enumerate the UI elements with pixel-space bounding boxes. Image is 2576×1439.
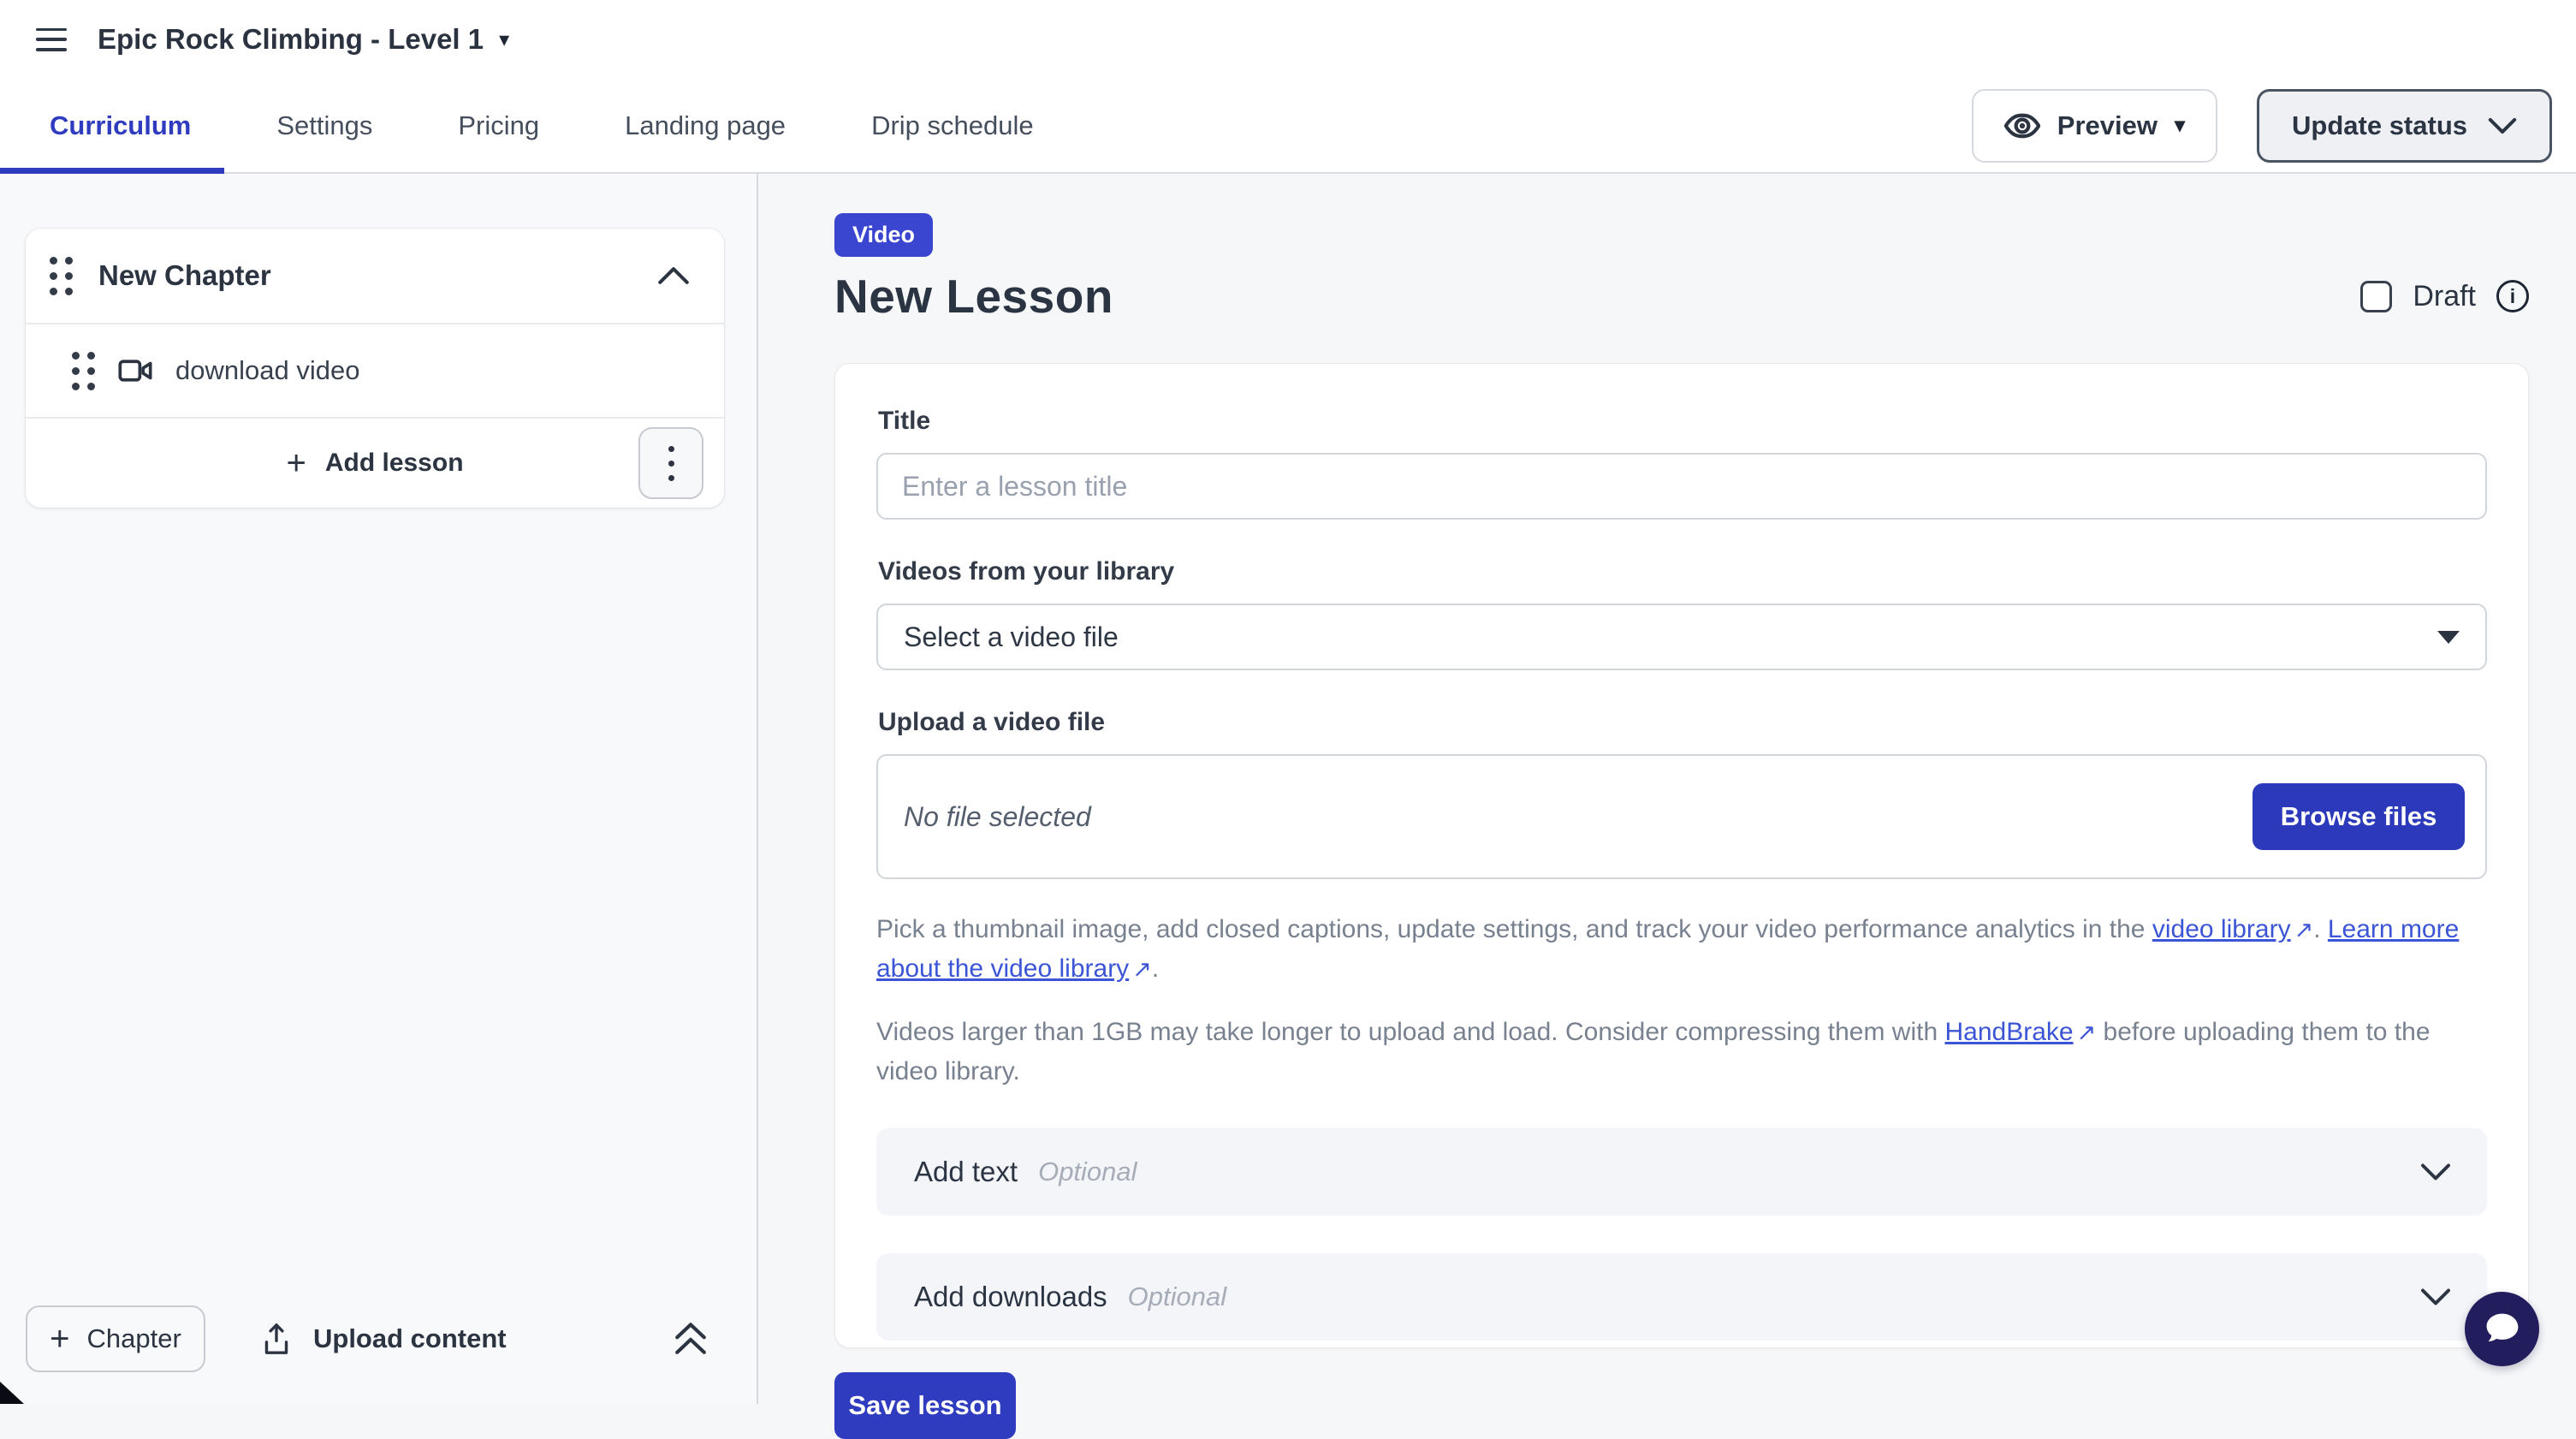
add-text-hint: Optional (1038, 1157, 1137, 1187)
content-layout: New Chapter download video + Add lesson (0, 174, 2576, 1404)
upload-content-label: Upload content (313, 1323, 507, 1354)
hamburger-menu-icon[interactable] (36, 28, 67, 51)
curriculum-sidebar: New Chapter download video + Add lesson (0, 174, 758, 1404)
title-field-label: Title (878, 407, 2487, 436)
add-text-label: Add text (914, 1156, 1018, 1188)
preview-button[interactable]: Preview ▾ (1972, 89, 2217, 163)
info-icon[interactable]: i (2496, 280, 2529, 312)
add-lesson-label: Add lesson (325, 449, 464, 478)
add-downloads-label: Add downloads (914, 1281, 1107, 1313)
chapter-card: New Chapter download video + Add lesson (26, 229, 724, 508)
handbrake-link[interactable]: HandBrake↗ (1945, 1018, 2097, 1046)
course-title: Epic Rock Climbing - Level 1 (98, 23, 484, 56)
video-library-select[interactable]: Select a video file (876, 604, 2487, 670)
compression-help-text: Videos larger than 1GB may take longer t… (876, 1013, 2487, 1091)
eye-icon (2004, 113, 2040, 139)
kebab-icon (668, 446, 674, 452)
lesson-header: New Lesson Draft i (834, 269, 2529, 324)
course-title-dropdown[interactable]: Epic Rock Climbing - Level 1 ▾ (98, 23, 509, 56)
lesson-type-badge: Video (834, 213, 933, 257)
tab-pricing[interactable]: Pricing (458, 110, 539, 141)
lesson-title: download video (175, 355, 359, 386)
draft-label: Draft (2413, 280, 2476, 313)
chapter-header[interactable]: New Chapter (26, 229, 724, 324)
video-library-link[interactable]: video library↗ (2152, 915, 2313, 943)
double-chevron-up-icon (673, 1319, 709, 1359)
active-tab-indicator (0, 168, 224, 174)
file-upload-empty-text: No file selected (904, 801, 1091, 833)
tab-curriculum[interactable]: Curriculum (50, 110, 191, 141)
chapter-options-button[interactable] (638, 427, 703, 499)
topbar: Epic Rock Climbing - Level 1 ▾ (0, 0, 2576, 79)
lesson-title-input[interactable] (876, 453, 2487, 520)
drag-handle-icon[interactable] (50, 257, 73, 295)
lesson-item[interactable]: download video (26, 324, 724, 419)
save-lesson-button[interactable]: Save lesson (834, 1372, 1016, 1439)
video-library-selected-value: Select a video file (904, 621, 1119, 653)
tab-bar: Curriculum Settings Pricing Landing page… (0, 79, 2576, 172)
file-upload-dropzone[interactable]: No file selected Browse files (876, 754, 2487, 879)
chevron-down-icon (2488, 117, 2517, 134)
tab-drip-schedule[interactable]: Drip schedule (871, 110, 1034, 141)
chapter-footer: + Add lesson (26, 419, 724, 508)
tab-landing-page[interactable]: Landing page (625, 110, 786, 141)
upload-icon (260, 1322, 293, 1356)
corner-wedge (0, 1382, 24, 1404)
add-lesson-button[interactable]: + Add lesson (286, 449, 463, 478)
update-status-button[interactable]: Update status (2257, 89, 2552, 163)
chat-widget-button[interactable] (2465, 1292, 2539, 1366)
add-chapter-label: Chapter (87, 1323, 181, 1354)
caret-down-icon: ▾ (499, 27, 509, 52)
add-text-section[interactable]: Add text Optional (876, 1128, 2487, 1216)
chevron-down-icon (2420, 1162, 2451, 1181)
library-field-label: Videos from your library (878, 557, 2487, 586)
sidebar-footer: + Chapter Upload content (0, 1282, 757, 1404)
draft-checkbox[interactable] (2360, 281, 2392, 312)
page-title: New Lesson (834, 269, 1113, 324)
external-link-icon: ↗ (2077, 1014, 2097, 1052)
chevron-down-icon (2420, 1287, 2451, 1306)
collapse-chapter-button[interactable] (657, 266, 690, 285)
add-downloads-section[interactable]: Add downloads Optional (876, 1253, 2487, 1341)
lesson-form-card: Title Videos from your library Select a … (834, 363, 2529, 1348)
lesson-editor-panel: Video New Lesson Draft i Title Videos fr… (758, 174, 2576, 1404)
chevron-up-icon (657, 266, 690, 285)
video-camera-icon (118, 358, 152, 384)
draft-toggle-group: Draft i (2360, 280, 2529, 313)
chat-bubble-icon (2480, 1307, 2525, 1352)
app-header: Epic Rock Climbing - Level 1 ▾ Curriculu… (0, 0, 2576, 174)
drag-handle-icon[interactable] (72, 352, 95, 390)
upload-field-label: Upload a video file (878, 708, 2487, 737)
caret-down-icon (2437, 631, 2460, 644)
video-library-help-text: Pick a thumbnail image, add closed capti… (876, 910, 2487, 989)
chapter-title: New Chapter (98, 259, 271, 292)
browse-files-button[interactable]: Browse files (2253, 783, 2465, 850)
external-link-icon: ↗ (1132, 950, 1152, 989)
add-chapter-button[interactable]: + Chapter (26, 1305, 205, 1372)
upload-content-button[interactable]: Upload content (260, 1322, 507, 1356)
tab-settings[interactable]: Settings (276, 110, 372, 141)
preview-label: Preview (2057, 110, 2158, 141)
update-status-label: Update status (2292, 110, 2467, 141)
collapse-sidebar-button[interactable] (673, 1319, 709, 1359)
caret-down-icon: ▾ (2175, 113, 2185, 138)
external-link-icon: ↗ (2294, 911, 2314, 949)
header-actions: Preview ▾ Update status (1972, 89, 2576, 163)
add-downloads-hint: Optional (1128, 1281, 1226, 1312)
